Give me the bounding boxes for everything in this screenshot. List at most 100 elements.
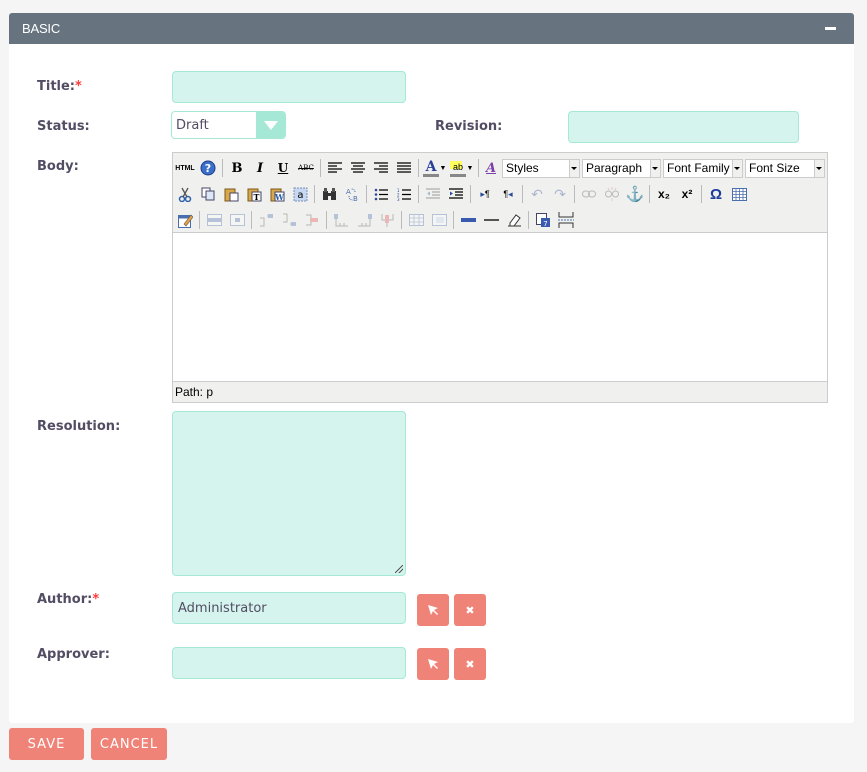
underline-button[interactable]: U	[273, 158, 293, 178]
row-properties-button[interactable]	[204, 210, 224, 230]
save-button[interactable]: SAVE	[9, 728, 84, 760]
styles-select-value: Styles	[506, 160, 539, 175]
insert-row-before-icon	[259, 214, 273, 227]
outdent-button[interactable]	[423, 184, 443, 204]
approver-clear-button[interactable]: ✖	[454, 648, 486, 680]
paste-text-button[interactable]: T	[244, 184, 264, 204]
html-source-button[interactable]: HTML	[175, 158, 195, 178]
rich-text-editor: HTML ? B I U ABC A ▼ ab ▼ A Styles Parag…	[172, 152, 828, 403]
cell-properties-button[interactable]	[227, 210, 247, 230]
resize-handle-icon[interactable]	[395, 565, 403, 573]
author-clear-button[interactable]: ✖	[454, 594, 486, 626]
close-icon: ✖	[465, 603, 475, 617]
separator	[453, 211, 454, 229]
split-cells-icon	[408, 214, 424, 226]
help-button[interactable]: ?	[198, 158, 218, 178]
highlight-button[interactable]: ab	[450, 159, 466, 177]
page-break-button[interactable]	[556, 210, 576, 230]
delete-row-button[interactable]	[302, 210, 322, 230]
link-button[interactable]	[579, 184, 599, 204]
strikethrough-button[interactable]: ABC	[296, 158, 316, 178]
horizontal-rule-button[interactable]	[458, 210, 478, 230]
panel-header[interactable]: BASIC	[9, 13, 854, 44]
svg-text:W: W	[274, 192, 285, 202]
redo-button[interactable]: ↷	[550, 184, 570, 204]
approver-label: Approver:	[37, 647, 110, 662]
rtl-icon: ¶◂	[503, 188, 513, 199]
author-select-button[interactable]	[417, 594, 449, 626]
svg-text:T: T	[253, 192, 259, 202]
undo-button[interactable]: ↶	[527, 184, 547, 204]
copy-button[interactable]	[198, 184, 218, 204]
cut-button[interactable]	[175, 184, 195, 204]
remove-format-button[interactable]	[504, 210, 524, 230]
styles-select[interactable]: Styles	[502, 158, 580, 178]
required-marker: *	[92, 592, 100, 607]
font-family-select[interactable]: Font Family	[663, 158, 743, 178]
font-color-icon: A	[425, 158, 437, 175]
minus-icon[interactable]	[825, 27, 836, 30]
col-before-button[interactable]	[331, 210, 351, 230]
align-center-button[interactable]	[348, 158, 368, 178]
paste-button[interactable]	[221, 184, 241, 204]
select-all-button[interactable]: a	[290, 184, 310, 204]
line-button[interactable]	[481, 210, 501, 230]
paragraph-select[interactable]: Paragraph	[582, 158, 661, 178]
approver-select-button[interactable]	[417, 648, 449, 680]
revision-label: Revision:	[435, 119, 503, 134]
help-icon: ?	[200, 160, 216, 176]
undo-icon: ↶	[531, 185, 543, 202]
cancel-button[interactable]: CANCEL	[91, 728, 167, 760]
status-select[interactable]: Draft	[171, 111, 286, 139]
insert-row-after-icon	[282, 213, 296, 226]
body-label: Body:	[37, 159, 79, 174]
rtl-button[interactable]: ¶◂	[498, 184, 518, 204]
approver-input[interactable]	[172, 647, 406, 679]
special-char-button[interactable]: Ω	[706, 184, 726, 204]
separator	[478, 159, 479, 177]
numbered-list-button[interactable]: 123	[394, 184, 414, 204]
separator	[418, 159, 419, 177]
align-justify-button[interactable]	[394, 158, 414, 178]
revision-input[interactable]	[568, 111, 799, 143]
split-cells-button[interactable]	[406, 210, 426, 230]
bold-button[interactable]: B	[227, 158, 247, 178]
indent-button[interactable]	[446, 184, 466, 204]
font-color-dropdown[interactable]: ▼	[439, 158, 447, 178]
merge-cells-button[interactable]	[429, 210, 449, 230]
table-button[interactable]	[729, 184, 749, 204]
resolution-textarea[interactable]	[172, 411, 406, 576]
styles-icon-button[interactable]: A	[483, 158, 499, 178]
delete-row-icon	[305, 214, 318, 226]
superscript-button[interactable]: x²	[677, 184, 697, 204]
title-input[interactable]	[172, 71, 406, 103]
col-after-button[interactable]	[354, 210, 374, 230]
italic-button[interactable]: I	[250, 158, 270, 178]
unlink-button[interactable]	[602, 184, 622, 204]
author-input[interactable]	[172, 592, 406, 624]
paste-word-button[interactable]: W	[267, 184, 287, 204]
unlink-icon	[605, 187, 619, 201]
find-button[interactable]	[319, 184, 339, 204]
arrow-pointer-icon	[428, 659, 438, 669]
row-after-button[interactable]	[279, 210, 299, 230]
align-left-button[interactable]	[325, 158, 345, 178]
font-color-button[interactable]: A	[423, 159, 439, 177]
bullet-list-button[interactable]	[371, 184, 391, 204]
ltr-button[interactable]: ▸¶	[475, 184, 495, 204]
editor-content-area[interactable]	[173, 232, 827, 382]
font-size-select[interactable]: Font Size	[745, 158, 825, 178]
svg-text:7: 7	[543, 220, 547, 228]
anchor-button[interactable]: ⚓	[625, 184, 645, 204]
row-before-button[interactable]	[256, 210, 276, 230]
edit-table-button[interactable]	[175, 210, 195, 230]
subscript-button[interactable]: x₂	[654, 184, 674, 204]
author-label-text: Author:	[37, 592, 93, 607]
svg-text:3: 3	[397, 197, 400, 201]
delete-col-button[interactable]	[377, 210, 397, 230]
replace-button[interactable]: AB	[342, 184, 362, 204]
chevron-down-icon[interactable]	[256, 112, 285, 138]
insert-date-button[interactable]: 7	[533, 210, 553, 230]
highlight-dropdown[interactable]: ▼	[466, 158, 474, 178]
align-right-button[interactable]	[371, 158, 391, 178]
